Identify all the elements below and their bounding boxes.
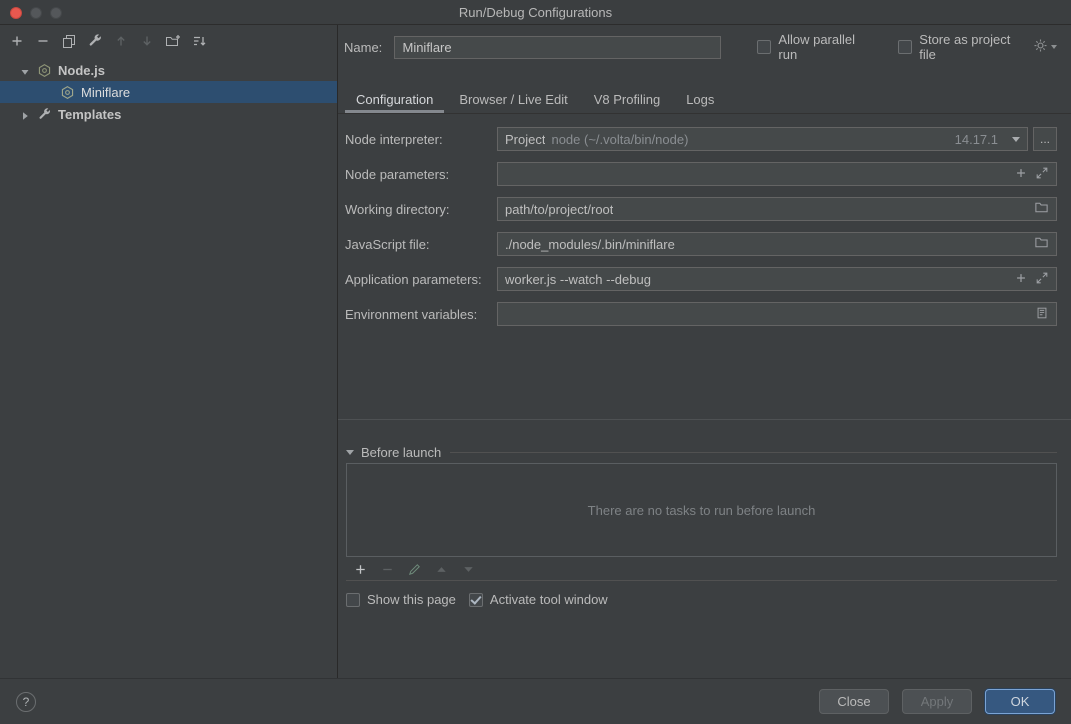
dialog-footer: ? Close Apply OK (0, 678, 1071, 724)
nodejs-config-icon (37, 63, 52, 78)
sort-alphabetically-icon[interactable] (191, 33, 207, 49)
checkbox-box (898, 40, 912, 54)
javascript-file-row: JavaScript file: ./node_modules/.bin/min… (345, 232, 1057, 256)
activate-tool-window-checkbox[interactable]: Activate tool window (469, 592, 608, 607)
edit-wrench-icon[interactable] (87, 33, 103, 49)
working-directory-row: Working directory: path/to/project/root (345, 197, 1057, 221)
empty-tasks-message: There are no tasks to run before launch (588, 503, 816, 518)
store-as-project-file-checkbox[interactable]: Store as project file (898, 32, 1026, 62)
nodejs-config-icon (60, 85, 75, 100)
remove-task-icon (379, 561, 395, 577)
configurations-sidebar: Node.js Miniflare Templates (0, 25, 338, 678)
application-parameters-row: Application parameters: worker.js --watc… (345, 267, 1057, 291)
titlebar: Run/Debug Configurations (0, 0, 1071, 25)
chevron-right-icon[interactable] (20, 109, 30, 119)
checkbox-label: Allow parallel run (778, 32, 873, 62)
minimize-window-icon (30, 7, 42, 19)
tree-item-miniflare[interactable]: Miniflare (0, 81, 337, 103)
name-label: Name: (344, 40, 386, 55)
dropdown-arrow-icon (1012, 137, 1020, 142)
chevron-down-icon (1051, 45, 1057, 49)
tree-item-templates[interactable]: Templates (0, 103, 337, 125)
help-button[interactable]: ? (16, 692, 36, 712)
show-this-page-checkbox[interactable]: Show this page (346, 592, 456, 607)
field-label: Environment variables: (345, 307, 497, 322)
move-task-up-icon (433, 561, 449, 577)
allow-parallel-run-checkbox[interactable]: Allow parallel run (757, 32, 873, 62)
before-launch-toolbar (346, 558, 1057, 581)
ok-button[interactable]: OK (985, 689, 1055, 714)
edit-task-icon (406, 561, 422, 577)
tab-configuration[interactable]: Configuration (343, 85, 446, 113)
tab-logs[interactable]: Logs (673, 85, 727, 113)
close-window-icon[interactable] (10, 7, 22, 19)
expand-field-icon[interactable] (1035, 166, 1049, 183)
working-directory-input[interactable]: path/to/project/root (497, 197, 1057, 221)
checkbox-box (757, 40, 771, 54)
apply-button[interactable]: Apply (902, 689, 972, 714)
environment-variables-input[interactable] (497, 302, 1057, 326)
node-parameters-input[interactable] (497, 162, 1057, 186)
tree-item-label: Node.js (58, 63, 105, 78)
node-interpreter-row: Node interpreter: Project node (~/.volta… (345, 127, 1057, 151)
expand-field-icon[interactable] (1035, 271, 1049, 288)
add-task-icon[interactable] (352, 561, 368, 577)
tree-item-nodejs[interactable]: Node.js (0, 59, 337, 81)
browse-folder-icon[interactable] (1034, 200, 1049, 218)
templates-wrench-icon (37, 107, 52, 122)
copy-icon[interactable] (61, 33, 77, 49)
tab-v8-profiling[interactable]: V8 Profiling (581, 85, 673, 113)
configuration-form: Node interpreter: Project node (~/.volta… (338, 115, 1071, 420)
interpreter-more-button[interactable]: ... (1033, 127, 1057, 151)
insert-macro-icon[interactable] (1014, 271, 1028, 288)
checkbox-box (346, 593, 360, 607)
remove-icon[interactable] (35, 33, 51, 49)
browse-folder-icon[interactable] (1034, 235, 1049, 253)
configuration-editor: Name: Allow parallel run Store as projec… (338, 25, 1071, 678)
checkbox-box-checked (469, 593, 483, 607)
name-row: Name: Allow parallel run Store as projec… (344, 35, 1057, 59)
move-down-icon (139, 33, 155, 49)
insert-macro-icon[interactable] (1014, 166, 1028, 183)
field-label: Application parameters: (345, 272, 497, 287)
before-launch-title: Before launch (361, 445, 441, 460)
tab-browser-live-edit[interactable]: Browser / Live Edit (446, 85, 580, 113)
edit-variables-icon[interactable] (1035, 306, 1049, 323)
window-title: Run/Debug Configurations (459, 5, 612, 20)
window-controls (10, 7, 62, 19)
separator-line (450, 452, 1057, 453)
field-label: Node parameters: (345, 167, 497, 182)
store-settings-control[interactable] (1033, 38, 1057, 56)
new-folder-icon[interactable] (165, 33, 181, 49)
before-launch-header[interactable]: Before launch (346, 445, 1057, 460)
name-input[interactable] (394, 36, 721, 59)
node-interpreter-combobox[interactable]: Project node (~/.volta/bin/node) 14.17.1 (497, 127, 1028, 151)
tree-item-label: Miniflare (81, 85, 130, 100)
checkbox-label: Store as project file (919, 32, 1026, 62)
field-label: JavaScript file: (345, 237, 497, 252)
configuration-tabs: Configuration Browser / Live Edit V8 Pro… (338, 85, 1071, 114)
add-icon[interactable] (9, 33, 25, 49)
sidebar-toolbar (0, 25, 337, 57)
move-up-icon (113, 33, 129, 49)
zoom-window-icon (50, 7, 62, 19)
tree-item-label: Templates (58, 107, 121, 122)
javascript-file-input[interactable]: ./node_modules/.bin/miniflare (497, 232, 1057, 256)
interpreter-version: 14.17.1 (955, 132, 998, 147)
checkbox-label: Activate tool window (490, 592, 608, 607)
checkbox-label: Show this page (367, 592, 456, 607)
page-options: Show this page Activate tool window (346, 592, 608, 607)
close-button[interactable]: Close (819, 689, 889, 714)
application-parameters-input[interactable]: worker.js --watch --debug (497, 267, 1057, 291)
configurations-tree: Node.js Miniflare Templates (0, 59, 337, 125)
chevron-down-icon[interactable] (20, 65, 30, 75)
gear-icon (1033, 38, 1048, 56)
environment-variables-row: Environment variables: (345, 302, 1057, 326)
field-label: Working directory: (345, 202, 497, 217)
collapse-triangle-icon[interactable] (346, 450, 354, 455)
before-launch-task-list[interactable]: There are no tasks to run before launch (346, 463, 1057, 557)
field-label: Node interpreter: (345, 132, 497, 147)
move-task-down-icon (460, 561, 476, 577)
node-parameters-row: Node parameters: (345, 162, 1057, 186)
